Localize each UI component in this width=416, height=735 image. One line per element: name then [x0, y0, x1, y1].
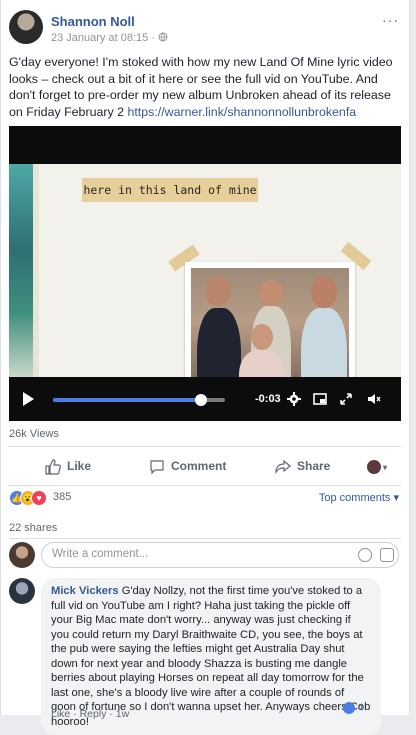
share-count[interactable]: 22 shares	[9, 522, 57, 534]
video-scrubber[interactable]	[53, 394, 225, 406]
post-meta: 23 January at 08:15 ·	[51, 32, 168, 44]
comment-actions[interactable]: Like · Reply · 1w	[51, 708, 129, 720]
like-label: Like	[67, 459, 92, 473]
emoji-icon[interactable]	[358, 548, 372, 562]
love-reaction-icon: ♥	[31, 490, 47, 506]
video-controls: -0:03	[9, 384, 401, 416]
photo-person-young-man	[301, 308, 347, 377]
photo-head-boy	[251, 324, 273, 350]
author-name[interactable]: Shannon Noll	[51, 14, 135, 29]
comment-text: G'day Nollzy, not the first time you've …	[51, 585, 371, 728]
commenter-avatar[interactable]	[9, 578, 35, 604]
view-count: 26k Views	[9, 428, 59, 440]
video-player[interactable]: here in this land of mine -0:03	[9, 126, 401, 421]
reaction-summary[interactable]: 👍 😮 ♥ 385 Top comments ▾	[9, 488, 401, 508]
comment-reaction[interactable]: 4	[343, 702, 363, 716]
chevron-down-icon: ▾	[383, 463, 388, 472]
like-button[interactable]: Like	[45, 447, 91, 485]
action-bar: Like Comment Share ▾	[9, 446, 401, 486]
commenter-name[interactable]: Mick Vickers	[51, 585, 119, 597]
photo-head-woman	[259, 280, 283, 306]
reaction-selector[interactable]: ▾	[367, 447, 387, 485]
photo-person-man	[197, 308, 241, 377]
share-arrow-icon	[275, 459, 291, 474]
meta-separator: ·	[151, 32, 155, 44]
author-avatar[interactable]	[9, 10, 43, 44]
thumbs-up-icon	[45, 459, 61, 475]
frame-side-border	[33, 164, 39, 377]
scrubber-handle[interactable]	[194, 394, 207, 406]
post-timestamp[interactable]: 23 January at 08:15	[51, 32, 148, 44]
fullscreen-icon[interactable]	[339, 392, 353, 406]
page-avatar-small	[367, 459, 381, 474]
family-photo	[185, 262, 355, 377]
top-comments-dropdown[interactable]: Top comments ▾	[319, 491, 399, 504]
comment-button[interactable]: Comment	[149, 447, 226, 485]
reaction-count[interactable]: 385	[53, 491, 71, 503]
picture-in-picture-icon[interactable]	[313, 392, 327, 406]
post-link[interactable]: https://warner.link/shannonnollunbrokenf…	[127, 105, 356, 119]
comment-input[interactable]: Write a comment...	[41, 542, 399, 568]
play-icon[interactable]	[23, 392, 34, 406]
viewer-avatar	[9, 542, 35, 568]
comment-label: Comment	[171, 459, 227, 473]
comment-like-icon	[343, 702, 355, 714]
comment-icon	[150, 460, 164, 475]
divider	[9, 538, 401, 539]
comment-reaction-count: 4	[357, 702, 364, 714]
settings-gear-icon[interactable]	[287, 392, 301, 406]
video-caption: here in this land of mine	[82, 178, 258, 202]
photo-image	[191, 268, 349, 377]
share-label: Share	[297, 459, 331, 473]
scrubber-progress	[53, 398, 201, 402]
comment-composer: Write a comment...	[9, 542, 401, 570]
post-card: Shannon Noll 23 January at 08:15 · ··· G…	[0, 0, 410, 735]
sticker-icon[interactable]	[380, 548, 394, 562]
time-remaining: -0:03	[255, 393, 281, 405]
frame-side-art	[9, 164, 33, 377]
video-frame[interactable]: here in this land of mine	[9, 164, 401, 377]
share-button[interactable]: Share	[275, 447, 330, 485]
post-header: Shannon Noll 23 January at 08:15 · ···	[9, 8, 401, 48]
photo-head-man	[205, 276, 231, 306]
photo-head-young-man	[311, 276, 337, 308]
post-text: G'day everyone! I'm stoked with how my n…	[9, 54, 404, 120]
comment-placeholder: Write a comment...	[52, 548, 149, 560]
mute-volume-icon[interactable]	[367, 392, 381, 406]
post-options-button[interactable]: ···	[382, 12, 399, 28]
globe-icon	[158, 32, 168, 42]
